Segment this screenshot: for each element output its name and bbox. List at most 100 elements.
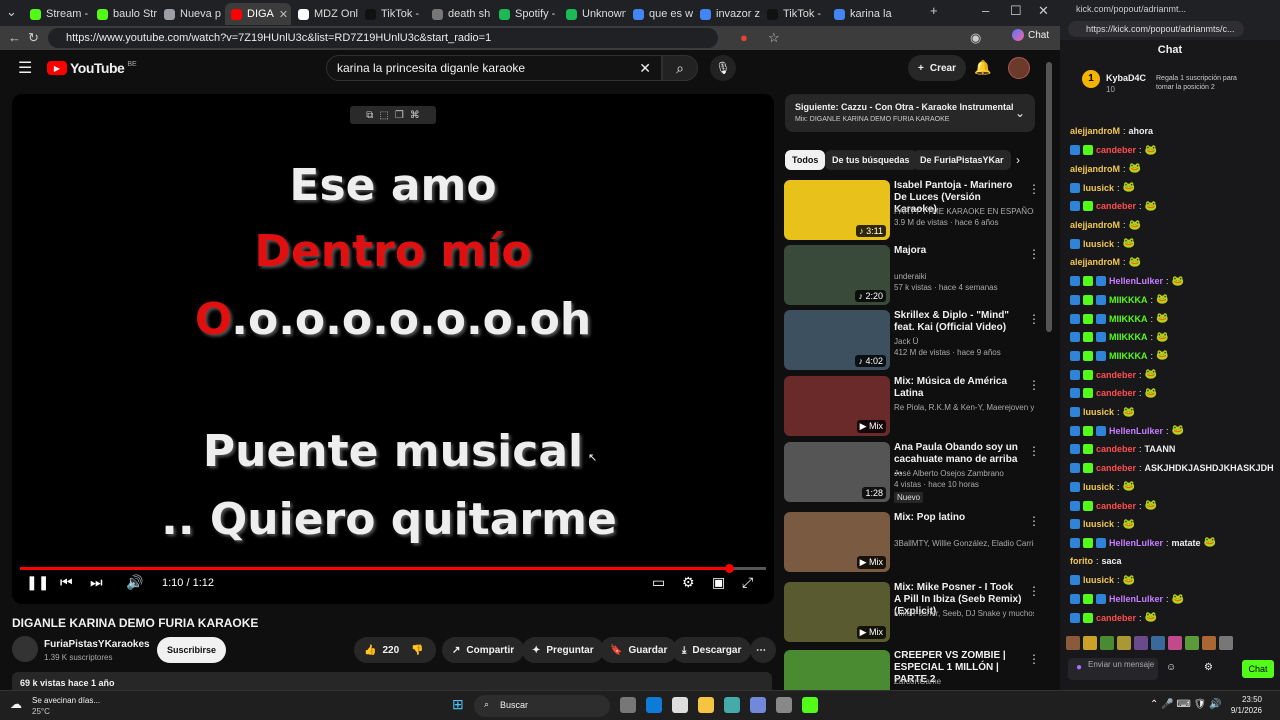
browser-tab[interactable]: Unknown✕: [560, 3, 626, 25]
fullscreen-icon[interactable]: ⤢: [742, 574, 753, 591]
chat-send-button[interactable]: Chat: [1242, 660, 1274, 678]
chat-username[interactable]: luusick: [1083, 575, 1114, 585]
weather-icon[interactable]: ☁: [10, 697, 22, 711]
more-actions-button[interactable]: ⋯: [750, 637, 776, 663]
chat-username[interactable]: alejjandroM: [1070, 126, 1120, 136]
store-icon[interactable]: [672, 697, 688, 713]
chat-username[interactable]: forito: [1070, 556, 1093, 566]
microphone-icon[interactable]: ●: [1076, 662, 1082, 673]
progress-track[interactable]: [20, 564, 766, 573]
subscribe-button[interactable]: Suscribirse: [157, 637, 227, 663]
copy-icon[interactable]: ❐: [395, 110, 404, 121]
emote-icon[interactable]: [1117, 636, 1131, 650]
emote-icon[interactable]: [1100, 636, 1114, 650]
search-input[interactable]: karina la princesita diganle karaoke ✕: [326, 55, 662, 81]
taskbar-search[interactable]: ⌕ Buscar: [474, 695, 610, 717]
tab-menu-icon[interactable]: ⌄: [6, 4, 17, 20]
chat-settings-icon[interactable]: ⚙: [1204, 662, 1213, 673]
back-icon[interactable]: ←: [8, 30, 21, 45]
clock-time[interactable]: 23:50: [1234, 695, 1262, 704]
recommended-channel[interactable]: Re Piola, R.K.M & Ken-Y, Maerejoven y m.…: [894, 402, 1034, 413]
share-button[interactable]: ↗ Compartir: [442, 637, 525, 663]
recommended-title[interactable]: Mix: Música de América Latina: [894, 376, 1022, 400]
more-options-icon[interactable]: ⋮: [1028, 182, 1040, 196]
search-button[interactable]: ⌕: [662, 55, 698, 81]
tab-close-icon[interactable]: ✕: [424, 8, 425, 21]
recommended-channel[interactable]: Jack Ü: [894, 336, 1034, 347]
new-tab-icon[interactable]: +: [930, 3, 938, 18]
chat-username[interactable]: candeber: [1096, 444, 1136, 454]
chat-username[interactable]: candeber: [1096, 463, 1136, 473]
chat-username[interactable]: candeber: [1096, 145, 1136, 155]
top-gifter-name[interactable]: KybaD4C: [1106, 73, 1146, 83]
chat-username[interactable]: MIIKKKA: [1109, 314, 1148, 324]
more-options-icon[interactable]: ⋮: [1028, 312, 1040, 326]
chat-username[interactable]: candeber: [1096, 201, 1136, 211]
browser-tab[interactable]: MDZ Onli✕: [292, 3, 358, 25]
chat-username[interactable]: luusick: [1083, 519, 1114, 529]
recommended-channel[interactable]: José Alberto Osejos Zambrano: [894, 468, 1034, 479]
task-view-icon[interactable]: [620, 697, 636, 713]
more-options-icon[interactable]: ⋮: [1028, 514, 1040, 528]
theater-mode-icon[interactable]: ▣: [712, 574, 725, 591]
progress-scrubber[interactable]: [724, 564, 734, 573]
recommended-title[interactable]: Skrillex & Diplo - "Mind" feat. Kai (Off…: [894, 310, 1022, 334]
filter-chip[interactable]: De FuriaPistasYKar: [913, 150, 1011, 170]
channel-name[interactable]: FuriaPistasYKaraokes: [44, 639, 150, 650]
save-button[interactable]: 🔖 Guardar: [600, 637, 678, 663]
emote-picker-icon[interactable]: ☺: [1166, 662, 1176, 673]
browser-tab[interactable]: Spotify -✕: [493, 3, 559, 25]
url-field[interactable]: https://www.youtube.com/watch?v=7Z19HUnl…: [48, 28, 718, 48]
volume-icon[interactable]: 🔊: [126, 574, 143, 591]
scrollbar-thumb[interactable]: [1046, 62, 1052, 332]
video-thumbnail[interactable]: 1:28: [784, 442, 890, 502]
recommended-title[interactable]: Majora: [894, 245, 1022, 257]
browser-tab[interactable]: TikTok - ✕: [359, 3, 425, 25]
more-options-icon[interactable]: ⋮: [1028, 652, 1040, 666]
minimize-icon[interactable]: –: [982, 3, 989, 18]
recommended-video[interactable]: ▶ Mix Mix: Música de América Latina Re Pio…: [784, 376, 1040, 440]
extension-icon[interactable]: ●: [740, 30, 748, 45]
pip-icon[interactable]: ⧉: [366, 110, 373, 121]
chevron-right-icon[interactable]: ›: [1016, 153, 1020, 167]
emote-icon[interactable]: [1168, 636, 1182, 650]
terminal-icon[interactable]: [802, 697, 818, 713]
like-count[interactable]: 220: [382, 645, 399, 656]
browser-tab[interactable]: que es wa✕: [627, 3, 693, 25]
browser-tab[interactable]: TikTok - ✕: [761, 3, 827, 25]
browser-tab[interactable]: Stream -✕: [24, 3, 90, 25]
chat-username[interactable]: luusick: [1083, 239, 1114, 249]
maximize-icon[interactable]: ☐: [1010, 3, 1022, 19]
chat-username[interactable]: MIIKKKA: [1109, 351, 1148, 361]
filter-chip[interactable]: De tus búsquedas: [825, 150, 917, 170]
recommended-video[interactable]: ▶ Mix Mix: Pop latino 3BallMTY, Willie Gon…: [784, 512, 1040, 576]
browser-tab[interactable]: karina la ✕: [828, 3, 894, 25]
emote-icon[interactable]: [1185, 636, 1199, 650]
close-window-icon[interactable]: ✕: [1038, 3, 1049, 19]
capture-icon[interactable]: ⬚: [379, 110, 388, 121]
browser-tab[interactable]: baulo Str✕: [91, 3, 157, 25]
recommended-channel[interactable]: ZarcortGame: [894, 676, 1034, 687]
settings-gear-icon[interactable]: ⚙: [682, 574, 695, 591]
chat-username[interactable]: HellenLulker: [1109, 426, 1163, 436]
recommended-video[interactable]: 1:28 Ana Paula Obando soy un cacahuate ma…: [784, 442, 1040, 506]
recommended-channel[interactable]: PARTY TYME KARAOKE EN ESPAÑOL: [894, 206, 1034, 217]
more-options-icon[interactable]: ⋮: [1028, 247, 1040, 261]
edge-icon[interactable]: [646, 697, 662, 713]
chat-username[interactable]: MIIKKKA: [1109, 295, 1148, 305]
create-button[interactable]: + Crear: [908, 55, 966, 81]
chat-username[interactable]: candeber: [1096, 613, 1136, 623]
page-scrollbar[interactable]: [1046, 50, 1054, 690]
browser-tab[interactable]: death sh ✕: [426, 3, 492, 25]
chrome-icon[interactable]: [776, 697, 792, 713]
video-thumbnail[interactable]: ♪ 4:02: [784, 310, 890, 370]
playlist-queue-panel[interactable]: Siguiente: Cazzu - Con Otra - Karaoke In…: [785, 94, 1035, 132]
dislike-icon[interactable]: 👎: [411, 645, 423, 656]
translate-icon[interactable]: ⌘: [410, 110, 420, 121]
tab-close-icon[interactable]: ✕: [279, 8, 288, 21]
emote-icon[interactable]: [1202, 636, 1216, 650]
more-options-icon[interactable]: ⋮: [1028, 584, 1040, 598]
copilot-chat-button[interactable]: Chat: [1012, 29, 1049, 41]
video-player[interactable]: ⧉ ⬚ ❐ ⌘ Ese amo Dentro mío O.o.o.o.o.o.o.oh…: [12, 94, 774, 604]
browser-tab[interactable]: invazor zi✕: [694, 3, 760, 25]
